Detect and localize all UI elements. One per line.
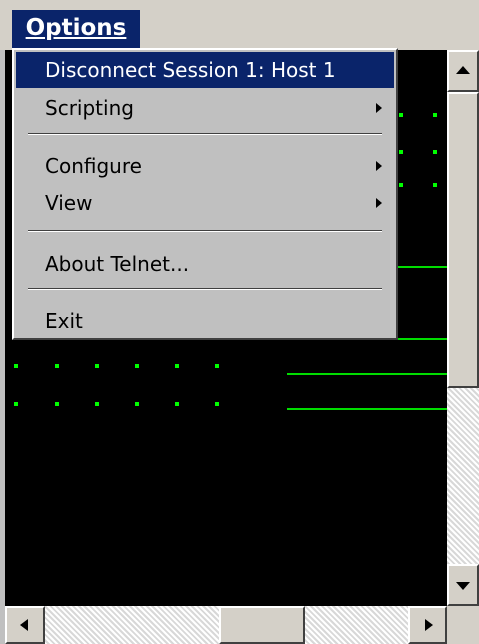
horizontal-scroll-thumb[interactable] bbox=[219, 606, 305, 644]
options-menu-title[interactable]: Options bbox=[12, 10, 140, 48]
menu-item-scripting[interactable]: Scripting bbox=[16, 90, 394, 126]
menu-item-about-telnet[interactable]: About Telnet... bbox=[16, 246, 394, 282]
terminal-dot bbox=[95, 402, 99, 406]
arrow-right-icon bbox=[425, 619, 433, 631]
chevron-right-icon bbox=[376, 103, 382, 113]
menu-item-exit[interactable]: Exit bbox=[16, 303, 394, 339]
menu-item-configure[interactable]: Configure bbox=[16, 148, 394, 184]
terminal-line bbox=[287, 373, 447, 375]
terminal-line bbox=[398, 266, 447, 268]
terminal-dot bbox=[14, 364, 18, 368]
terminal-dot bbox=[55, 364, 59, 368]
scrollbar-corner bbox=[447, 606, 479, 644]
menu-item-label: View bbox=[45, 191, 93, 215]
terminal-dot bbox=[399, 113, 403, 117]
arrow-up-icon bbox=[456, 66, 470, 74]
terminal-dot bbox=[399, 183, 403, 187]
horizontal-scrollbar[interactable] bbox=[5, 606, 447, 644]
terminal-dot bbox=[215, 364, 219, 368]
terminal-dot bbox=[95, 364, 99, 368]
menu-separator bbox=[28, 230, 382, 232]
scroll-right-button[interactable] bbox=[408, 606, 447, 644]
terminal-dot bbox=[433, 113, 437, 117]
menu-item-label: About Telnet... bbox=[45, 252, 190, 276]
menu-item-label: Scripting bbox=[45, 96, 134, 120]
terminal-line bbox=[398, 338, 447, 340]
options-dropdown-menu: Disconnect Session 1: Host 1 Scripting C… bbox=[12, 48, 398, 340]
terminal-dot bbox=[14, 402, 18, 406]
terminal-line bbox=[287, 408, 447, 410]
terminal-dot bbox=[175, 364, 179, 368]
terminal-dot bbox=[215, 402, 219, 406]
scroll-left-button[interactable] bbox=[5, 606, 45, 644]
menu-item-disconnect-session[interactable]: Disconnect Session 1: Host 1 bbox=[16, 52, 394, 88]
terminal-dot bbox=[433, 150, 437, 154]
arrow-down-icon bbox=[456, 582, 470, 590]
terminal-dot bbox=[399, 150, 403, 154]
terminal-dot bbox=[135, 402, 139, 406]
terminal-dot bbox=[55, 402, 59, 406]
menu-separator bbox=[28, 288, 382, 290]
terminal-dot bbox=[135, 364, 139, 368]
arrow-left-icon bbox=[20, 619, 28, 631]
menu-item-label: Configure bbox=[45, 154, 142, 178]
menu-bar: Options bbox=[0, 0, 479, 50]
menu-separator bbox=[28, 133, 382, 135]
chevron-right-icon bbox=[376, 161, 382, 171]
scroll-up-button[interactable] bbox=[447, 50, 479, 92]
menu-item-label: Disconnect Session 1: Host 1 bbox=[45, 58, 336, 82]
chevron-right-icon bbox=[376, 198, 382, 208]
menu-item-view[interactable]: View bbox=[16, 185, 394, 221]
menu-item-label: Exit bbox=[45, 309, 83, 333]
terminal-dot bbox=[433, 183, 437, 187]
scroll-down-button[interactable] bbox=[447, 564, 479, 606]
vertical-scrollbar[interactable] bbox=[447, 50, 479, 606]
terminal-dot bbox=[175, 402, 179, 406]
vertical-scroll-thumb[interactable] bbox=[447, 92, 479, 388]
